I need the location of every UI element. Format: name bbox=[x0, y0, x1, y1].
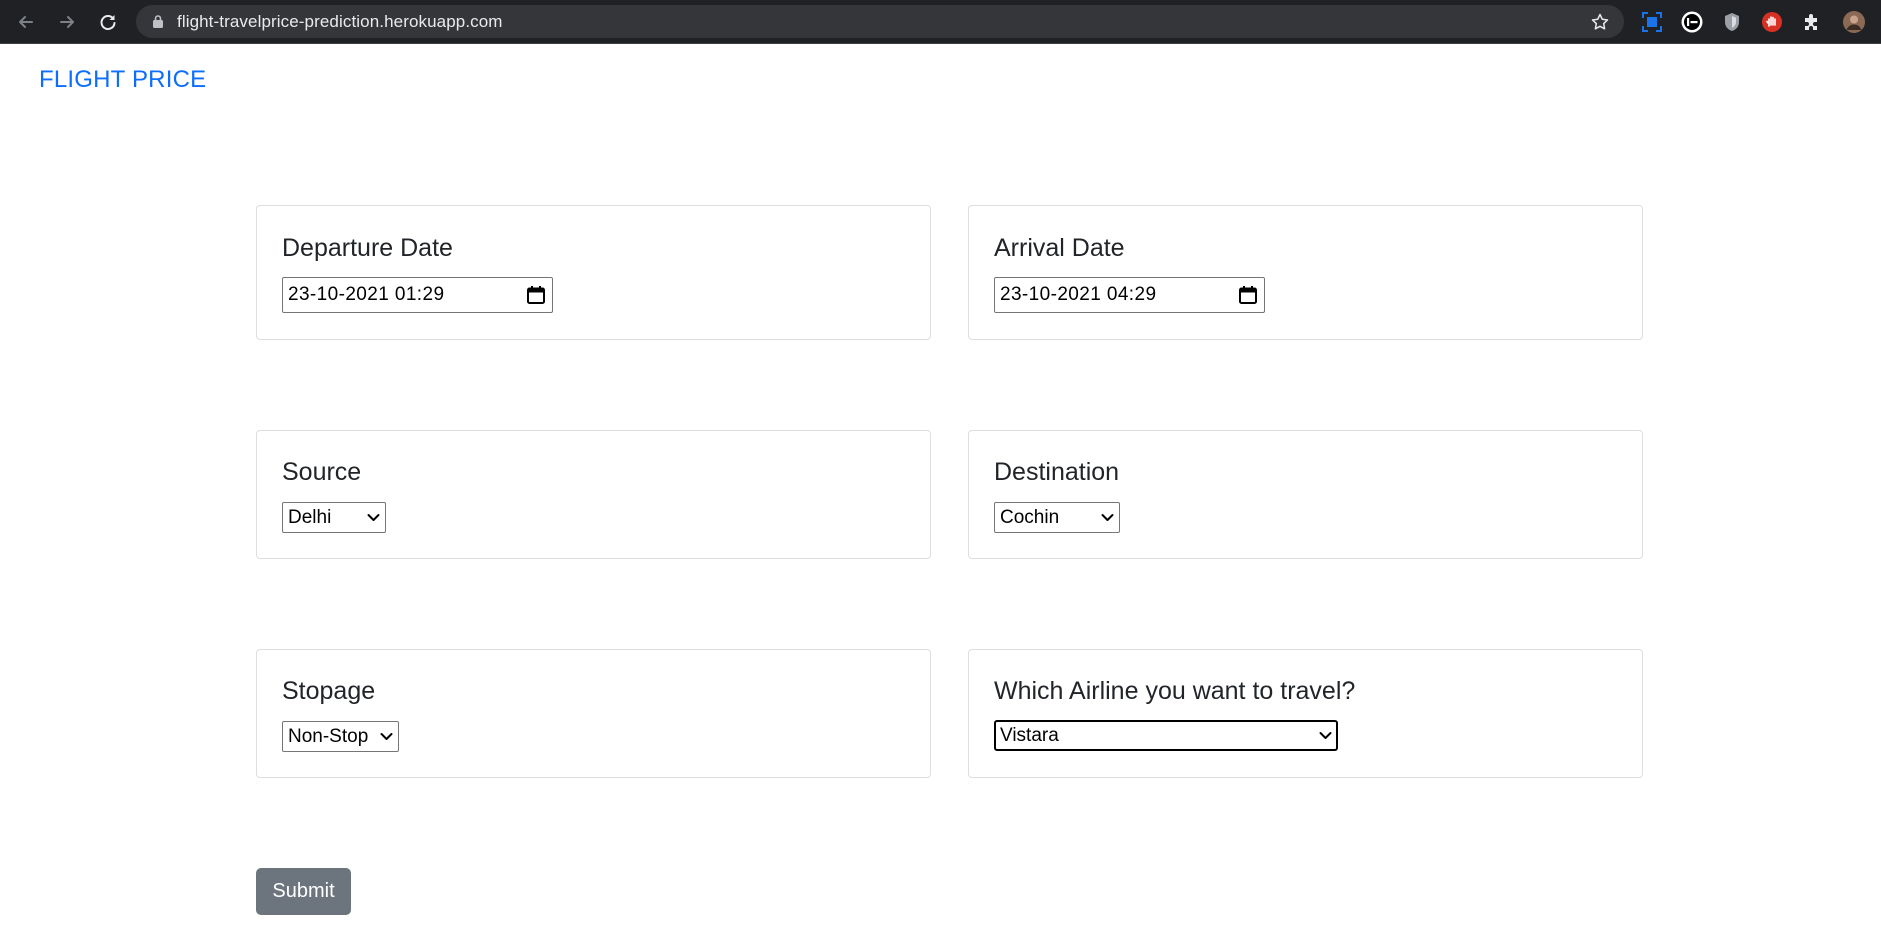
lock-icon bbox=[153, 15, 163, 28]
stopage-select[interactable]: Non-Stop bbox=[282, 721, 399, 752]
chevron-down-icon bbox=[1319, 732, 1332, 739]
avatar-icon bbox=[1843, 11, 1865, 33]
back-button[interactable] bbox=[14, 10, 38, 34]
url-text: flight-travelprice-prediction.herokuapp.… bbox=[177, 12, 503, 31]
source-card: Source Delhi bbox=[256, 430, 931, 559]
stopage-selected-value: Non-Stop bbox=[288, 726, 369, 747]
arrival-date-input[interactable]: 23-10-2021 04:29 bbox=[994, 277, 1265, 313]
airline-label: Which Airline you want to travel? bbox=[994, 677, 1356, 705]
chevron-down-icon bbox=[367, 514, 380, 521]
puzzle-icon bbox=[1805, 14, 1817, 30]
brand-link[interactable]: FLIGHT PRICE bbox=[39, 66, 206, 94]
address-bar[interactable]: flight-travelprice-prediction.herokuapp.… bbox=[136, 5, 1624, 38]
source-select[interactable]: Delhi bbox=[282, 502, 386, 533]
screen-capture-extension[interactable] bbox=[1640, 10, 1664, 34]
hand-stop-icon bbox=[1762, 12, 1782, 32]
stopage-label: Stopage bbox=[282, 677, 376, 705]
arrow-left-icon bbox=[19, 16, 33, 28]
extensions-button[interactable] bbox=[1800, 10, 1824, 34]
departure-date-input[interactable]: 23-10-2021 01:29 bbox=[282, 277, 553, 313]
departure-date-card: Departure Date 23-10-2021 01:29 bbox=[256, 205, 931, 340]
arrival-date-card: Arrival Date 23-10-2021 04:29 bbox=[968, 205, 1643, 340]
profile-avatar[interactable] bbox=[1842, 10, 1866, 34]
chevron-down-icon bbox=[380, 733, 393, 740]
airline-selected-value: Vistara bbox=[1000, 725, 1059, 746]
stop-hand-extension[interactable] bbox=[1760, 10, 1784, 34]
shield-icon bbox=[1725, 13, 1739, 31]
calendar-icon[interactable] bbox=[526, 285, 546, 305]
submit-button[interactable]: Submit bbox=[256, 868, 351, 915]
screen-capture-icon bbox=[1642, 12, 1662, 32]
arrow-right-icon bbox=[60, 16, 74, 28]
chevron-down-icon bbox=[1101, 514, 1114, 521]
toggle-icon bbox=[1681, 11, 1703, 33]
airline-select[interactable]: Vistara bbox=[994, 720, 1338, 751]
reload-icon bbox=[100, 15, 116, 30]
arrival-date-value: 23-10-2021 04:29 bbox=[1000, 284, 1157, 305]
destination-select[interactable]: Cochin bbox=[994, 502, 1120, 533]
calendar-icon[interactable] bbox=[1238, 285, 1258, 305]
shield-extension[interactable] bbox=[1720, 10, 1744, 34]
reload-button[interactable] bbox=[96, 10, 120, 34]
airline-card: Which Airline you want to travel? Vistar… bbox=[968, 649, 1643, 778]
destination-selected-value: Cochin bbox=[1000, 507, 1060, 528]
browser-toolbar: flight-travelprice-prediction.herokuapp.… bbox=[0, 0, 1881, 44]
destination-card: Destination Cochin bbox=[968, 430, 1643, 559]
arrival-date-label: Arrival Date bbox=[994, 234, 1125, 262]
stopage-card: Stopage Non-Stop bbox=[256, 649, 931, 778]
toggle-extension[interactable] bbox=[1680, 10, 1704, 34]
source-label: Source bbox=[282, 458, 362, 486]
source-selected-value: Delhi bbox=[288, 507, 332, 528]
destination-label: Destination bbox=[994, 458, 1120, 486]
star-icon[interactable] bbox=[1590, 12, 1610, 32]
departure-date-label: Departure Date bbox=[282, 234, 453, 262]
departure-date-value: 23-10-2021 01:29 bbox=[288, 284, 445, 305]
forward-button[interactable] bbox=[55, 10, 79, 34]
